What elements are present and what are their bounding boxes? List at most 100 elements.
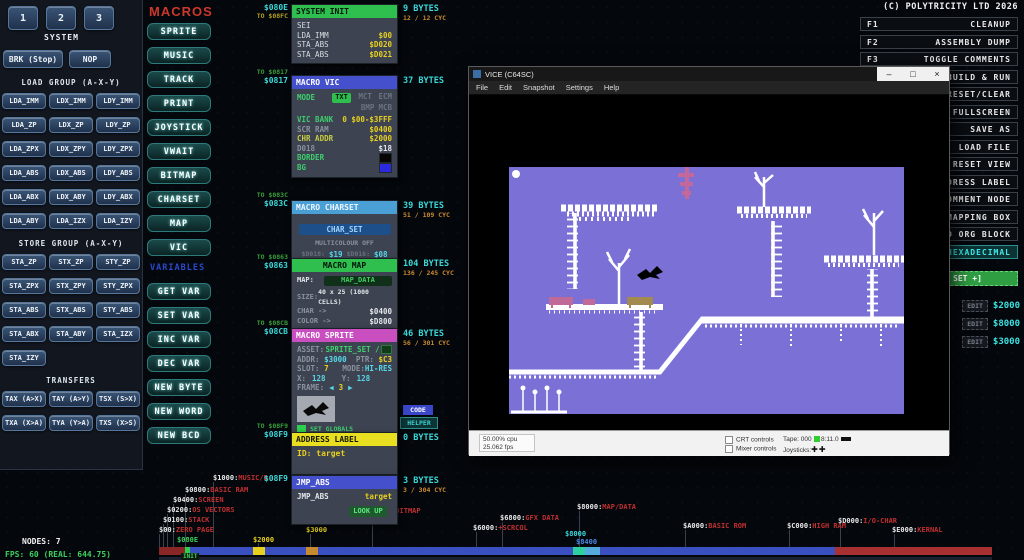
vice-title-bar[interactable]: VICE (C64SC) – □ × [469,67,949,81]
op-value[interactable]: $00 [378,31,392,41]
opcode-button[interactable]: LDX_ZPY [49,141,93,157]
x-value[interactable]: 128 [312,374,326,384]
transfer-button[interactable]: TAX (A>X) [2,391,46,407]
fkey-cleanup[interactable]: F1CLEANUP [860,17,1018,31]
bg-color-swatch[interactable] [379,163,392,173]
transfer-button[interactable]: TSX (S>X) [96,391,140,407]
variable-button[interactable]: INC VAR [147,331,211,348]
edit-button[interactable]: EDIT [962,300,988,312]
menu-item[interactable]: File [476,83,488,92]
opcode-button[interactable]: STA_ABY [49,326,93,342]
opcode-button[interactable]: STX_ZPY [49,278,93,294]
opcode-button[interactable]: LDY_ABS [96,165,140,181]
opcode-button[interactable]: LDX_ABS [49,165,93,181]
char-arrow-value[interactable]: $0400 [369,307,392,317]
op-value[interactable]: $D021 [369,50,392,60]
brk-button[interactable]: BRK (Stop) [3,50,63,68]
mode-mct[interactable]: MCT [358,92,372,101]
macro-button[interactable]: MUSIC [147,47,211,64]
char-set-button[interactable]: CHAR_SET [299,224,391,235]
asset-slot-box[interactable] [381,345,392,354]
macro-button[interactable]: JOYSTICK [147,119,211,136]
macro-button[interactable]: CHARSET [147,191,211,208]
opcode-button[interactable]: LDA_ABX [2,189,46,205]
sprite-mode-value[interactable]: HI-RES [365,364,392,373]
menu-item[interactable]: Snapshot [523,83,555,92]
opcode-button[interactable]: LDA_IZX [49,213,93,229]
mixer-checkbox[interactable] [725,445,733,453]
opcode-button[interactable]: STA_IZY [2,350,46,366]
menu-item[interactable]: Edit [499,83,512,92]
node-header[interactable]: MACRO SPRITE [292,329,397,342]
opcode-button[interactable]: LDA_IZY [96,213,140,229]
sprite-preview[interactable] [297,396,335,422]
jmp-target-value[interactable]: target [365,492,392,502]
opcode-button[interactable]: LDY_ZPX [96,141,140,157]
node-header[interactable]: ADDRESS LABEL [292,433,397,446]
close-icon[interactable]: × [925,67,949,81]
variable-button[interactable]: NEW BCD [147,427,211,444]
variable-button[interactable]: DEC VAR [147,355,211,372]
transfer-button[interactable]: TAY (A>Y) [49,391,93,407]
vice-window[interactable]: VICE (C64SC) – □ × File Edit Snapshot Setti… [468,66,950,455]
opcode-button[interactable]: LDA_ZP [2,117,46,133]
opcode-button[interactable]: LDA_ZPX [2,141,46,157]
panel-tab[interactable]: 3 [84,6,114,30]
opcode-button[interactable]: LDX_ABY [49,189,93,205]
transfer-button[interactable]: TXS (X>S) [96,415,140,431]
multicolour-label[interactable]: MULTICOLOUR OFF [292,239,397,247]
transfer-button[interactable]: TYA (Y>A) [49,415,93,431]
macro-button[interactable]: SPRITE [147,23,211,40]
mode-ecm[interactable]: ECM [378,92,392,101]
crt-checkbox[interactable] [725,436,733,444]
variable-button[interactable]: GET VAR [147,283,211,300]
y-value[interactable]: 128 [357,374,371,384]
memory-map-bar[interactable] [159,547,992,555]
menu-item[interactable]: Settings [566,83,593,92]
macro-button[interactable]: BITMAP [147,167,211,184]
mode-txt-chip[interactable]: TXT [332,93,351,103]
opcode-button[interactable]: LDX_ZP [49,117,93,133]
opcode-button[interactable]: LDA_ABS [2,165,46,181]
node-header[interactable]: SYSTEM INIT [292,5,397,18]
opcode-button[interactable]: STY_ZP [96,254,140,270]
edit-value[interactable]: $8000 [993,319,1020,329]
asset-value[interactable]: SPRITE_SET / [325,345,379,355]
vic-bank-value[interactable]: 0 $00-$3FFF [342,115,392,125]
node-header[interactable]: MACRO CHARSET [292,201,397,214]
opcode-button[interactable]: LDA_IMM [2,93,46,109]
edit-button[interactable]: EDIT [962,318,988,330]
minimize-icon[interactable]: – [877,67,901,81]
addr-value[interactable]: $3000 [324,355,347,364]
chr-addr-value[interactable]: $2000 [369,134,392,144]
opcode-button[interactable]: STA_ABX [2,326,46,342]
frame-next-icon[interactable]: ▶ [348,383,353,393]
edit-button[interactable]: EDIT [962,336,988,348]
opcode-button[interactable]: LDX_IMM [49,93,93,109]
variable-button[interactable]: NEW WORD [147,403,211,420]
mode-bmp[interactable]: BMP [361,103,375,113]
frame-prev-icon[interactable]: ◀ [329,383,334,393]
opcode-button[interactable]: STA_IZX [96,326,140,342]
opcode-button[interactable]: LDY_ABX [96,189,140,205]
scr-ram-value[interactable]: $0400 [369,125,392,135]
border-color-swatch[interactable] [379,153,392,163]
opcode-button[interactable]: STY_ABS [96,302,140,318]
node-header[interactable]: MACRO VIC [292,76,397,89]
opcode-button[interactable]: STX_ZP [49,254,93,270]
color-arrow-value[interactable]: $D800 [369,317,392,327]
opcode-button[interactable]: LDY_ZP [96,117,140,133]
opcode-button[interactable]: STA_ZP [2,254,46,270]
macro-button[interactable]: PRINT [147,95,211,112]
edit-value[interactable]: $3000 [993,337,1020,347]
macro-button[interactable]: TRACK [147,71,211,88]
label-id-value[interactable]: ID: target [297,449,345,459]
fkey-assembly-dump[interactable]: F2ASSEMBLY DUMP [860,35,1018,49]
edit-value[interactable]: $2000 [993,301,1020,311]
fkey-toggle-comments[interactable]: F3TOGGLE COMMENTS [860,52,1018,66]
maximize-icon[interactable]: □ [901,67,925,81]
macro-button[interactable]: MAP [147,215,211,232]
macro-button[interactable]: VIC [147,239,211,256]
op-value[interactable]: $D020 [369,40,392,50]
opcode-button[interactable]: STX_ABS [49,302,93,318]
